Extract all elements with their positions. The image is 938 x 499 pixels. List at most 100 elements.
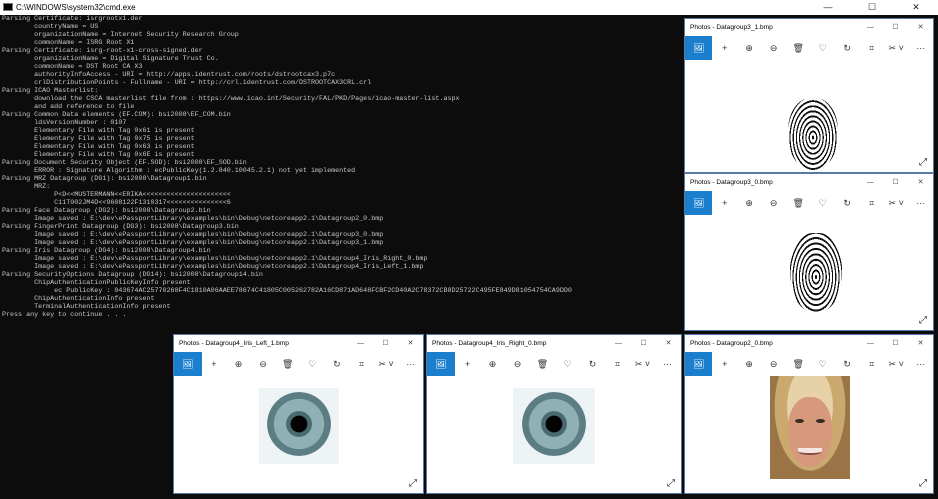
zoom-in-icon[interactable]: ⊕ [480, 359, 505, 370]
crop-icon[interactable]: ⌗ [859, 359, 884, 370]
zoom-in-icon[interactable]: ⊕ [737, 198, 762, 209]
image-view-icon[interactable]: 🖼 [685, 191, 713, 215]
photos-window-datagroup4-iris-left-1[interactable]: Photos - Datagroup4_Iris_Left_1.bmp — ☐ ✕ 🖼… [173, 334, 424, 494]
photos-title-bar[interactable]: Photos - Datagroup4_Iris_Left_1.bmp — ☐ ✕ [174, 335, 423, 352]
crop-icon[interactable]: ⌗ [349, 359, 374, 370]
photos-title-bar[interactable]: Photos - Datagroup3_1.bmp — ☐ ✕ [685, 19, 933, 36]
minimize-button[interactable]: — [858, 335, 883, 352]
image-view-icon[interactable]: 🖼 [685, 352, 713, 376]
minimize-button[interactable]: — [806, 0, 850, 15]
zoom-out-icon[interactable]: ⊖ [761, 359, 786, 370]
rotate-icon[interactable]: ↻ [580, 359, 605, 370]
expand-icon[interactable]: ⤢ [919, 157, 927, 168]
crop-icon[interactable]: ⌗ [859, 198, 884, 209]
more-icon[interactable]: ··· [908, 359, 933, 369]
rotate-icon[interactable]: ↻ [835, 359, 860, 370]
cmd-window-title: C:\WINDOWS\system32\cmd.exe [16, 3, 136, 12]
add-icon[interactable]: + [202, 359, 227, 369]
add-icon[interactable]: + [455, 359, 480, 369]
close-button[interactable]: ✕ [398, 335, 423, 352]
cmd-title-bar[interactable]: C:\WINDOWS\system32\cmd.exe — ☐ ✕ [0, 0, 938, 15]
zoom-out-icon[interactable]: ⊖ [505, 359, 530, 370]
crop-icon[interactable]: ⌗ [859, 43, 884, 54]
expand-icon[interactable]: ⤢ [667, 478, 675, 489]
maximize-button[interactable]: ☐ [883, 19, 908, 36]
favorite-icon[interactable]: ♡ [300, 359, 325, 370]
console-line: Parsing FingerPrint Datagroup (DG3): bsi… [2, 223, 239, 231]
zoom-in-icon[interactable]: ⊕ [226, 359, 251, 370]
photos-toolbar: 🖼 + ⊕ ⊖ 🗑 ♡ ↻ ⌗ ✂ ˅ ··· [174, 352, 423, 376]
console-line: Parsing ICAO Masterlist: [2, 87, 99, 95]
delete-icon[interactable]: 🗑 [530, 359, 555, 370]
zoom-in-icon[interactable]: ⊕ [737, 43, 762, 54]
delete-icon[interactable]: 🗑 [786, 359, 811, 370]
zoom-in-icon[interactable]: ⊕ [737, 359, 762, 370]
delete-icon[interactable]: 🗑 [786, 43, 811, 54]
expand-icon[interactable]: ⤢ [409, 478, 417, 489]
close-button[interactable]: ✕ [894, 0, 938, 15]
maximize-button[interactable]: ☐ [373, 335, 398, 352]
maximize-button[interactable]: ☐ [883, 335, 908, 352]
minimize-button[interactable]: — [606, 335, 631, 352]
photos-title-bar[interactable]: Photos - Datagroup3_0.bmp — ☐ ✕ [685, 174, 933, 191]
add-icon[interactable]: + [712, 198, 737, 208]
console-line: countryName = US [2, 23, 99, 31]
rotate-icon[interactable]: ↻ [325, 359, 350, 370]
minimize-button[interactable]: — [348, 335, 373, 352]
console-output[interactable]: Parsing Certificate: isrgrootx1.der coun… [0, 15, 684, 333]
favorite-icon[interactable]: ♡ [810, 43, 835, 54]
image-view-icon[interactable]: 🖼 [685, 36, 713, 60]
add-icon[interactable]: + [712, 359, 737, 369]
console-line: C11T002JM4D<<9608122F1310317<<<<<<<<<<<<… [2, 199, 231, 207]
close-button[interactable]: ✕ [908, 174, 933, 191]
minimize-button[interactable]: — [858, 174, 883, 191]
close-button[interactable]: ✕ [908, 19, 933, 36]
edit-create-icon[interactable]: ✂ ˅ [884, 359, 909, 370]
rotate-icon[interactable]: ↻ [835, 43, 860, 54]
minimize-button[interactable]: — [858, 19, 883, 36]
zoom-out-icon[interactable]: ⊖ [251, 359, 276, 370]
delete-icon[interactable]: 🗑 [275, 359, 300, 370]
more-icon[interactable]: ··· [908, 198, 933, 208]
close-button[interactable]: ✕ [908, 335, 933, 352]
delete-icon[interactable]: 🗑 [786, 198, 811, 209]
console-line: P<D<<MUSTERMANN<<ERIKA<<<<<<<<<<<<<<<<<<… [2, 191, 231, 199]
edit-create-icon[interactable]: ✂ ˅ [630, 359, 655, 370]
console-line: Parsing Common Data elements (EF.COM): b… [2, 111, 231, 119]
more-icon[interactable]: ··· [655, 359, 680, 369]
console-line: Parsing Face Datagroup (DG2): bsi2008\Da… [2, 207, 211, 215]
photos-window-datagroup4-iris-right-0[interactable]: Photos - Datagroup4_Iris_Right_0.bmp — ☐ ✕ … [426, 334, 682, 494]
maximize-button[interactable]: ☐ [631, 335, 656, 352]
image-view-icon[interactable]: 🖼 [427, 352, 455, 376]
rotate-icon[interactable]: ↻ [835, 198, 860, 209]
favorite-icon[interactable]: ♡ [810, 359, 835, 370]
photos-title-bar[interactable]: Photos - Datagroup2_0.bmp — ☐ ✕ [685, 335, 933, 352]
zoom-out-icon[interactable]: ⊖ [761, 43, 786, 54]
crop-icon[interactable]: ⌗ [605, 359, 630, 370]
photos-title-bar[interactable]: Photos - Datagroup4_Iris_Right_0.bmp — ☐ ✕ [427, 335, 681, 352]
console-line: ERROR : Signature Algorithm : ecPublicKe… [2, 167, 356, 175]
more-icon[interactable]: ··· [908, 43, 933, 53]
console-line: Parsing Document Security Object (EF.SOD… [2, 159, 247, 167]
edit-create-icon[interactable]: ✂ ˅ [884, 43, 909, 54]
edit-create-icon[interactable]: ✂ ˅ [884, 198, 909, 209]
maximize-button[interactable]: ☐ [883, 174, 908, 191]
close-button[interactable]: ✕ [656, 335, 681, 352]
more-icon[interactable]: ··· [398, 359, 423, 369]
console-line: Elementary File with Tag 0x75 is present [2, 135, 195, 143]
photos-window-datagroup2-0[interactable]: Photos - Datagroup2_0.bmp — ☐ ✕ 🖼 + ⊕ ⊖ 🗑 ♡ ↻ ⌗ ✂ ˅… [684, 334, 934, 494]
photo-viewport [427, 376, 681, 493]
console-line: TerminalAuthenticationInfo present [2, 303, 171, 311]
image-view-icon[interactable]: 🖼 [174, 352, 202, 376]
edit-create-icon[interactable]: ✂ ˅ [374, 359, 399, 370]
expand-icon[interactable]: ⤢ [919, 315, 927, 326]
photos-window-title: Photos - Datagroup4_Iris_Right_0.bmp [432, 340, 547, 347]
expand-icon[interactable]: ⤢ [919, 478, 927, 489]
add-icon[interactable]: + [712, 43, 737, 53]
maximize-button[interactable]: ☐ [850, 0, 894, 15]
zoom-out-icon[interactable]: ⊖ [761, 198, 786, 209]
favorite-icon[interactable]: ♡ [555, 359, 580, 370]
photos-window-datagroup3-1[interactable]: Photos - Datagroup3_1.bmp — ☐ ✕ 🖼 + ⊕ ⊖ 🗑 ♡ ↻ ⌗ ✂ ˅… [684, 18, 934, 173]
favorite-icon[interactable]: ♡ [810, 198, 835, 209]
photos-window-datagroup3-0[interactable]: Photos - Datagroup3_0.bmp — ☐ ✕ 🖼 + ⊕ ⊖ 🗑 ♡ ↻ ⌗ ✂ ˅… [684, 173, 934, 331]
